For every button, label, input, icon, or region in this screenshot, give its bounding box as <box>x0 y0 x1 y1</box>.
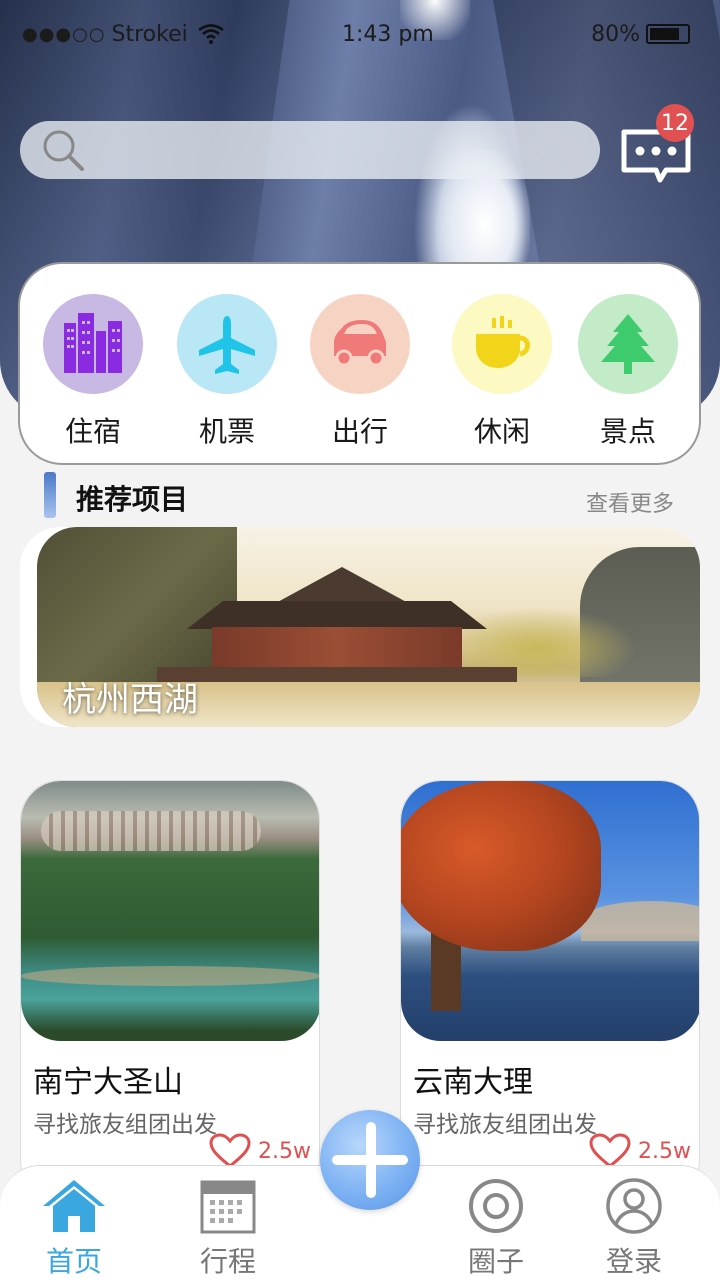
destination-photo <box>21 781 319 1041</box>
category-card: 住宿 机票 出行 休闲 景点 <box>18 262 701 465</box>
tab-label: 登录 <box>605 1245 662 1278</box>
tab-circle[interactable]: 圈子 <box>436 1176 556 1280</box>
coffee-icon <box>452 294 552 394</box>
category-lodging[interactable]: 住宿 <box>38 294 148 450</box>
tree-icon <box>578 294 678 394</box>
signal-dots: ●●●○○ <box>22 23 106 45</box>
search-icon <box>43 130 84 171</box>
category-label: 出行 <box>331 415 388 448</box>
airplane-icon <box>177 294 277 394</box>
tab-login[interactable]: 登录 <box>574 1176 694 1280</box>
like-count: 2.5w <box>258 1138 311 1164</box>
user-icon <box>606 1178 662 1234</box>
red-tree <box>401 781 601 951</box>
car-icon <box>310 294 410 394</box>
destination-name: 云南大理 <box>413 1065 533 1100</box>
category-label: 景点 <box>599 415 656 448</box>
hill <box>581 901 699 941</box>
building-icon <box>43 294 143 394</box>
like-button[interactable]: 2.5w <box>208 1133 311 1169</box>
tab-label: 圈子 <box>467 1245 524 1278</box>
home-icon <box>43 1180 105 1232</box>
tab-home[interactable]: 首页 <box>14 1176 134 1280</box>
search-bar[interactable] <box>20 121 600 179</box>
destination-subtitle: 寻找旅友组团出发 <box>413 1112 597 1138</box>
destination-photo <box>401 781 699 1041</box>
village <box>41 811 261 851</box>
see-more-link[interactable]: 查看更多 <box>586 486 674 518</box>
category-leisure[interactable]: 休闲 <box>447 294 557 450</box>
status-time: 1:43 pm <box>342 21 434 47</box>
destination-subtitle: 寻找旅友组团出发 <box>33 1112 217 1138</box>
like-button[interactable]: 2.5w <box>588 1133 691 1169</box>
like-count: 2.5w <box>638 1138 691 1164</box>
section-accent-bar <box>44 472 56 518</box>
calendar-icon <box>200 1180 256 1234</box>
destination-name: 南宁大圣山 <box>33 1065 183 1100</box>
message-badge: 12 <box>656 104 694 142</box>
wifi-icon <box>197 24 224 44</box>
add-button[interactable] <box>320 1110 420 1210</box>
heart-icon <box>209 1133 251 1168</box>
section-title: 推荐项目 <box>76 483 189 516</box>
category-label: 休闲 <box>473 415 530 448</box>
search-input[interactable] <box>98 137 578 163</box>
carrier-name: Strokei <box>111 21 188 47</box>
category-label: 机票 <box>198 415 255 448</box>
battery-percent: 80% <box>591 21 640 47</box>
tab-label: 行程 <box>199 1245 256 1278</box>
tab-label: 首页 <box>45 1245 102 1278</box>
heart-icon <box>589 1133 631 1168</box>
status-bar: ●●●○○ Strokei 1:43 pm 80% <box>22 18 690 50</box>
circle-target-icon <box>469 1179 523 1233</box>
featured-title: 杭州西湖 <box>62 680 198 720</box>
category-label: 住宿 <box>64 415 121 448</box>
destination-card[interactable]: 云南大理 寻找旅友组团出发 2.5w <box>400 780 700 1200</box>
category-travel[interactable]: 出行 <box>305 294 415 450</box>
tab-itinerary[interactable]: 行程 <box>168 1176 288 1280</box>
battery-icon <box>646 24 690 44</box>
category-flights[interactable]: 机票 <box>172 294 282 450</box>
category-scenic[interactable]: 景点 <box>573 294 683 450</box>
destination-card[interactable]: 南宁大圣山 寻找旅友组团出发 2.5w <box>20 780 320 1200</box>
shoreline <box>21 966 319 986</box>
